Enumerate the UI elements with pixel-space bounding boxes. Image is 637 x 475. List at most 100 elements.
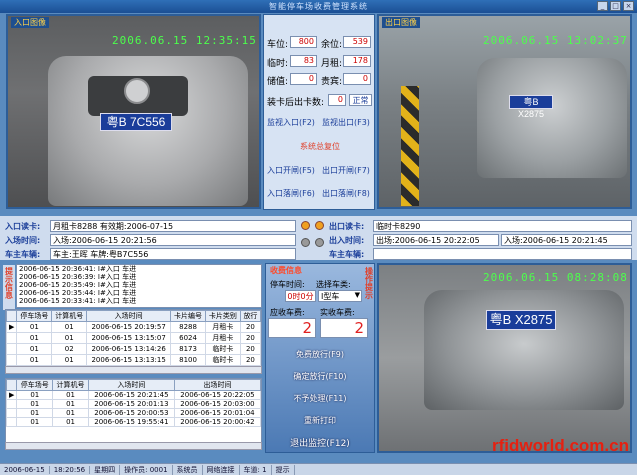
exit-camera-label: 出口图像 <box>382 17 420 28</box>
table-row[interactable]: 01 01 2006-06-15 20:01:13 2006-06-15 20:03:… <box>6 399 261 409</box>
status-lane: 车道: 1 <box>240 464 272 475</box>
entry-open-gate-button[interactable]: 入口开闸(F5) <box>267 165 315 176</box>
confirm-release-button[interactable]: 确定放行(F10) <box>265 371 375 382</box>
status-hint: 提示 <box>272 464 295 475</box>
stat-temp-value: 83 <box>290 55 317 67</box>
log-entry: 2006-06-15 20:33:41: I#入口 车进 <box>19 297 137 305</box>
entry-camera-view: 入口图像 2006.06.15 12:35:15 粤B 7C556 <box>6 14 261 209</box>
col-pc[interactable]: 计算机号 <box>51 310 88 322</box>
table-row[interactable]: 01 02 2006-06-15 13:14:26 8173 临时卡 20 <box>6 343 261 355</box>
car-type-label: 选择车类: <box>316 280 351 289</box>
entry-owner-label: 车主车辆: <box>5 250 41 259</box>
status-time: 18:20:56 <box>50 465 91 474</box>
car-type-value: I型车 <box>321 292 340 301</box>
control-panel: 车位: 800 余位: 539 临时: 83 月租: 178 储值: 0 贵宾:… <box>263 14 375 210</box>
hint-side-text: 操作提示 <box>364 267 374 299</box>
log-side-label: 提示信息 <box>3 265 15 310</box>
fee-buttons: 免费放行(F9) 确定放行(F10) 不予处理(F11) 重新打印 退出监控(F… <box>265 340 375 452</box>
entry-card-field: 月租卡8288 有效期:2006-07-15 <box>50 220 296 232</box>
monitor-entry-button[interactable]: 监视入口(F2) <box>267 117 315 128</box>
status-bar: 2006-06-15 18:20:56 星期四 操作员: 0001 系统员 网络… <box>0 463 637 475</box>
col-release[interactable]: 放行 <box>239 310 261 322</box>
park-time-value: 0时0分 <box>285 290 316 302</box>
entry-time-field: 入场:2006-06-15 20:21:56 <box>50 234 296 246</box>
exited-table-scrollbar[interactable] <box>5 442 262 450</box>
status-operator: 操作员: 0001 <box>120 464 173 475</box>
table-row[interactable]: 01 01 2006-06-15 13:15:07 6024 月租卡 20 <box>6 332 261 344</box>
stat-monthly-label: 月租: <box>321 59 343 69</box>
col-lot[interactable]: 停车场号 <box>16 310 53 322</box>
table-row[interactable]: ▶ 01 01 2006-06-15 20:19:57 8288 月租卡 20 <box>6 321 261 333</box>
exit-owner-field <box>373 248 632 260</box>
minimize-icon[interactable]: _ <box>597 1 608 11</box>
hint-side-label: 操作提示 <box>363 265 375 309</box>
entry-gate-icon <box>301 238 310 247</box>
col2-in-time[interactable]: 入场时间 <box>87 379 175 391</box>
car-type-select[interactable]: I型车 ▼ <box>318 290 362 302</box>
fee-title: 收费信息 <box>270 266 302 275</box>
stat-free-value: 539 <box>343 36 371 48</box>
table-row[interactable]: ▶ 01 01 2006-06-15 20:21:45 2006-06-15 20:22… <box>6 390 261 400</box>
col-card-no[interactable]: 卡片编号 <box>170 310 206 322</box>
table-row[interactable]: 01 01 2006-06-15 19:55:41 2006-06-15 20:00:… <box>6 417 261 427</box>
col2-pc[interactable]: 计算机号 <box>52 379 89 391</box>
paid-fee-label: 实收车费: <box>320 308 355 317</box>
exit-light-icon <box>315 221 324 230</box>
park-time-label: 停车时间: <box>270 280 305 289</box>
snapshot-plate: 粤B X2875 <box>486 310 556 330</box>
table-row[interactable]: 01 01 2006-06-15 13:13:15 8100 临时卡 20 <box>6 354 261 366</box>
due-fee-value: 2 <box>268 318 316 338</box>
stat-total-value: 800 <box>290 36 317 48</box>
stat-stored-value: 0 <box>290 73 317 85</box>
due-fee-label: 应收车费: <box>270 308 305 317</box>
log-entry: 2006-06-15 20:36:39: I#入口 车进 <box>19 273 137 281</box>
entry-close-gate-button[interactable]: 入口落闸(F6) <box>267 188 315 199</box>
free-release-button[interactable]: 免费放行(F9) <box>265 349 375 360</box>
system-reset-button[interactable]: 系统总复位 <box>264 141 376 152</box>
col2-lot[interactable]: 停车场号 <box>16 379 54 391</box>
event-log[interactable]: 2006-06-15 20:36:41: I#入口 车进 2006-06-15 … <box>16 264 262 308</box>
exit-time-in-field: 入场:2006-06-15 20:21:45 <box>501 234 632 246</box>
stat-temp-label: 临时: <box>267 59 289 69</box>
table-row[interactable]: 01 01 2006-06-15 20:00:53 2006-06-15 20:01:… <box>6 408 261 418</box>
log-entry: 2006-06-15 20:36:41: I#入口 车进 <box>19 265 137 273</box>
entry-plate: 粤B 7C556 <box>100 113 172 131</box>
snapshot-camera-timestamp: 2006.06.15 08:28:08 <box>483 271 628 284</box>
status-network: 网络连接 <box>203 464 240 475</box>
window-title-bar: 智能停车场收费管理系统 <box>0 0 637 13</box>
stat-total-label: 车位: <box>267 40 289 50</box>
exit-gate-icon <box>315 238 324 247</box>
status-date: 2006-06-15 <box>0 465 50 474</box>
exit-time-label: 出入时间: <box>329 236 365 245</box>
card-count-label: 装卡后出卡数: <box>267 98 325 108</box>
entry-time-label: 入场时间: <box>5 236 41 245</box>
paid-fee-value[interactable]: 2 <box>320 318 368 338</box>
exit-camera-view: 出口图像 2006.06.15 13:02:37 粤B X2875 <box>377 14 632 209</box>
stat-monthly-value: 178 <box>343 55 371 67</box>
window-controls: _ □ × <box>597 1 634 11</box>
log-entry: 2006-06-15 20:35:49: I#入口 车进 <box>19 281 137 289</box>
skip-button[interactable]: 不予处理(F11) <box>265 393 375 404</box>
exit-time-out-field: 出场:2006-06-15 20:22:05 <box>373 234 499 246</box>
close-icon[interactable]: × <box>623 1 634 11</box>
col-in-time[interactable]: 入场时间 <box>86 310 172 322</box>
exit-gate-post <box>401 86 419 206</box>
parked-table-scrollbar[interactable] <box>5 366 262 374</box>
entry-card-label: 入口读卡: <box>5 222 41 231</box>
reprint-button[interactable]: 重新打印 <box>265 415 375 426</box>
status-weekday: 星期四 <box>90 464 121 475</box>
exit-monitor-button[interactable]: 退出监控(F12) <box>265 436 375 449</box>
entry-car-logo <box>124 78 150 104</box>
exit-close-gate-button[interactable]: 出口落闸(F8) <box>322 188 370 199</box>
log-entry: 2006-06-15 20:35:44: I#入口 车进 <box>19 289 137 297</box>
exit-open-gate-button[interactable]: 出口开闸(F7) <box>322 165 370 176</box>
status-role: 系统员 <box>173 464 203 475</box>
maximize-icon[interactable]: □ <box>610 1 621 11</box>
exit-car-image <box>477 58 627 178</box>
entry-camera-timestamp: 2006.06.15 12:35:15 <box>112 34 257 47</box>
monitor-exit-button[interactable]: 监视出口(F3) <box>322 117 370 128</box>
col2-out-time[interactable]: 出场时间 <box>173 379 261 391</box>
stat-vip-value: 0 <box>343 73 371 85</box>
col-card-type[interactable]: 卡片类别 <box>204 310 241 322</box>
exit-card-field: 临时卡8290 <box>373 220 632 232</box>
